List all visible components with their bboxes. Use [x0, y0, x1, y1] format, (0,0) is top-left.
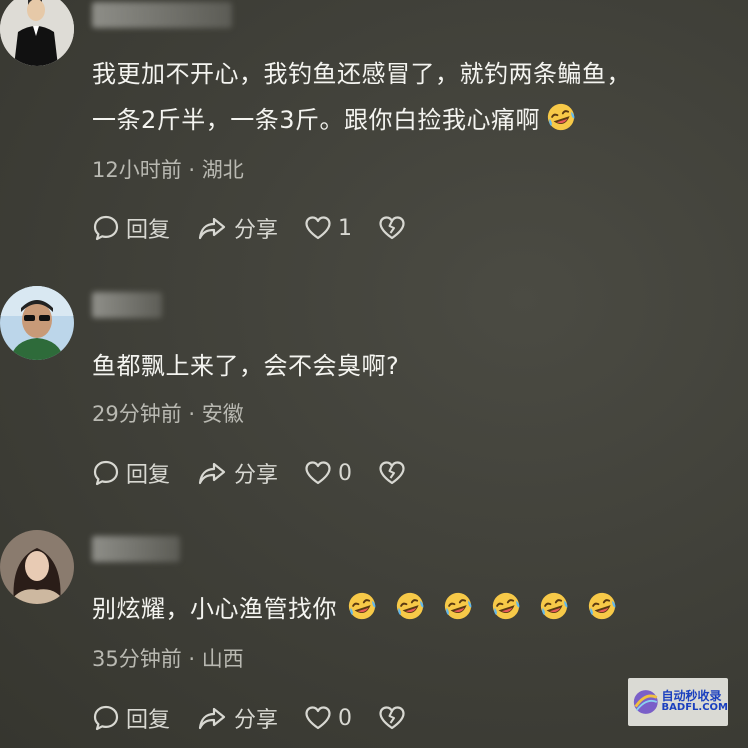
comment-meta: 29分钟前 · 安徽 [92, 398, 244, 428]
username-blurred[interactable] [92, 292, 162, 318]
avatar-image [0, 0, 74, 66]
timestamp: 12小时前 [92, 158, 182, 182]
comment-meta: 12小时前 · 湖北 [92, 154, 244, 184]
avatar[interactable] [0, 286, 74, 360]
action-bar: 回复 分享 0 [92, 701, 438, 735]
share-label: 分享 [234, 218, 279, 243]
dislike-button[interactable] [378, 214, 412, 242]
dislike-button[interactable] [378, 459, 412, 487]
heart-icon [304, 459, 332, 487]
location: 山西 [201, 647, 244, 671]
laughing-emoji-icon [587, 591, 617, 621]
comment-meta: 35分钟前 · 山西 [92, 643, 244, 673]
location: 安徽 [201, 402, 244, 426]
share-button[interactable]: 分享 [196, 702, 278, 734]
reply-label: 回复 [126, 218, 171, 243]
laughing-emoji-icon [491, 591, 521, 621]
share-label: 分享 [234, 463, 279, 488]
username-blurred[interactable] [92, 2, 232, 28]
username-blurred[interactable] [92, 536, 180, 562]
avatar-image [0, 530, 74, 604]
avatar-image [0, 286, 74, 360]
comment-bubble-icon [92, 214, 120, 242]
comment-text: 鱼都飘上来了，会不会臭啊? [92, 343, 732, 389]
broken-heart-icon [378, 459, 406, 487]
broken-heart-icon [378, 704, 406, 732]
avatar[interactable] [0, 530, 74, 604]
share-button[interactable]: 分享 [196, 212, 278, 244]
heart-icon [304, 214, 332, 242]
action-bar: 回复 分享 0 [92, 456, 438, 490]
reply-label: 回复 [126, 708, 171, 733]
comment-text-line: 别炫耀，小心渔管找你 [92, 586, 732, 632]
broken-heart-icon [378, 214, 406, 242]
timestamp: 29分钟前 [92, 402, 182, 426]
comment-text-line: 我更加不开心，我钓鱼还感冒了，就钓两条鳊鱼， [92, 60, 631, 88]
like-button[interactable]: 0 [304, 459, 352, 487]
like-button[interactable]: 1 [304, 214, 352, 242]
reply-button[interactable]: 回复 [92, 212, 170, 244]
reply-label: 回复 [126, 463, 171, 488]
reply-button[interactable]: 回复 [92, 457, 170, 489]
like-count: 0 [338, 705, 353, 731]
avatar[interactable] [0, 0, 74, 66]
action-bar: 回复 分享 1 [92, 211, 438, 245]
watermark-logo-icon [633, 690, 658, 714]
laughing-emoji-icon [347, 591, 377, 621]
location: 湖北 [201, 158, 244, 182]
timestamp: 35分钟前 [92, 647, 182, 671]
watermark-en: BADFL.COM [661, 702, 728, 714]
watermark-text: 自动秒收录 BADFL.COM [662, 690, 728, 713]
like-button[interactable]: 0 [304, 704, 352, 732]
share-button[interactable]: 分享 [196, 457, 278, 489]
laughing-emoji-icon [395, 591, 425, 621]
dislike-button[interactable] [378, 704, 412, 732]
separator: · [188, 402, 196, 426]
comment-bubble-icon [92, 704, 120, 732]
like-count: 1 [338, 215, 353, 241]
share-arrow-icon [196, 459, 228, 487]
comment-text-line: 一条2斤半，一条3斤。跟你白捡我心痛啊 [92, 97, 732, 143]
heart-icon [304, 704, 332, 732]
share-label: 分享 [234, 708, 279, 733]
watermark: 自动秒收录 BADFL.COM [628, 678, 728, 726]
reply-button[interactable]: 回复 [92, 702, 170, 734]
like-count: 0 [338, 460, 353, 486]
comment-text: 别炫耀，小心渔管找你 [92, 586, 732, 632]
laughing-emoji-icon [443, 591, 473, 621]
comment-text-line: 鱼都飘上来了，会不会臭啊? [92, 352, 400, 380]
laughing-emoji-icon [539, 591, 569, 621]
separator: · [188, 647, 196, 671]
share-arrow-icon [196, 214, 228, 242]
comment-bubble-icon [92, 459, 120, 487]
share-arrow-icon [196, 704, 228, 732]
separator: · [188, 158, 196, 182]
comment-text: 我更加不开心，我钓鱼还感冒了，就钓两条鳊鱼， 一条2斤半，一条3斤。跟你白捡我心… [92, 51, 732, 143]
laughing-emoji-icon [546, 102, 576, 132]
